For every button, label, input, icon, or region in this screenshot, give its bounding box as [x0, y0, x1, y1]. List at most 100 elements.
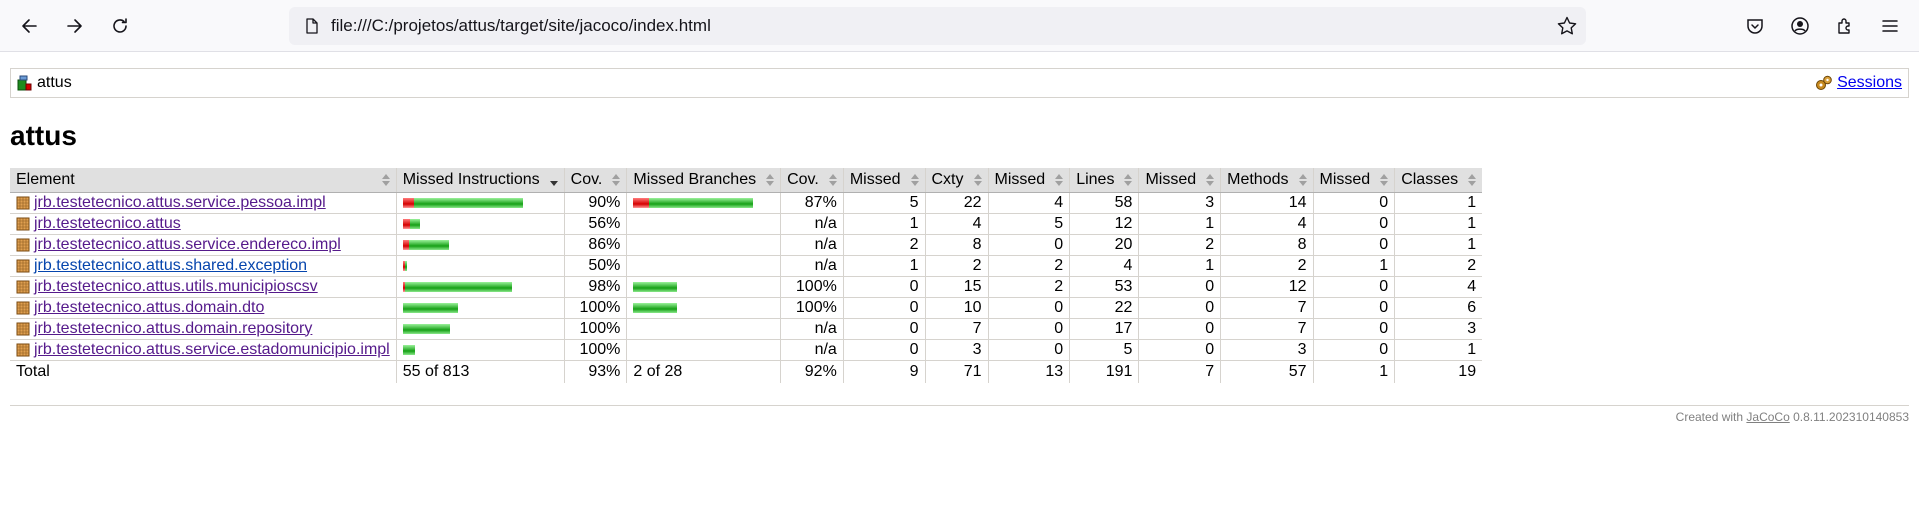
header-cxty[interactable]: Cxty — [925, 168, 989, 193]
instructions-bar — [402, 302, 558, 313]
package-cell: jrb.testetecnico.attus.shared.exception — [10, 255, 397, 277]
package-link[interactable]: jrb.testetecnico.attus.service.estadomun… — [34, 341, 390, 359]
covered-bar-segment — [409, 218, 420, 229]
package-link[interactable]: jrb.testetecnico.attus.shared.exception — [34, 257, 307, 275]
package-icon — [16, 301, 30, 314]
header-classes[interactable]: Classes — [1394, 168, 1483, 193]
url-text[interactable]: file:///C:/projetos/attus/target/site/ja… — [331, 16, 711, 36]
header-classes-missed[interactable]: Missed — [1313, 168, 1396, 193]
sessions-area: Sessions — [1815, 74, 1902, 92]
methods-missed: 1 — [1138, 213, 1222, 235]
header-lines[interactable]: Lines — [1069, 168, 1140, 193]
package-link[interactable]: jrb.testetecnico.attus.domain.dto — [34, 299, 264, 317]
footer: Created with JaCoCo 0.8.11.202310140853 — [10, 406, 1909, 424]
cxty: 7 — [925, 318, 989, 340]
total-classes-missed: 1 — [1313, 360, 1396, 383]
sort-icon — [828, 174, 837, 186]
missed-branches-cell — [626, 339, 782, 361]
covered-bar-segment — [408, 239, 449, 250]
header-lines-missed[interactable]: Missed — [988, 168, 1071, 193]
package-icon — [16, 238, 30, 251]
missed-instructions-cell — [396, 339, 565, 361]
package-link[interactable]: jrb.testetecnico.attus.utils.municipiosc… — [34, 278, 318, 296]
cxty: 15 — [925, 276, 989, 298]
classes: 1 — [1394, 192, 1483, 214]
methods-missed: 2 — [1138, 234, 1222, 256]
sort-icon — [381, 174, 390, 186]
instructions-cov: 50% — [564, 255, 628, 277]
total-lines-missed: 13 — [988, 360, 1071, 383]
table-header: Element Missed Instructions Cov. Missed Bra… — [10, 168, 1483, 193]
breadcrumb: attus Sessions — [10, 68, 1909, 98]
branches-cov: 100% — [780, 297, 844, 319]
header-methods[interactable]: Methods — [1220, 168, 1314, 193]
header-label: Missed — [994, 170, 1046, 188]
branches-bar — [633, 345, 774, 355]
lines: 53 — [1069, 276, 1140, 298]
table-body: jrb.testetecnico.attus.service.pessoa.im… — [10, 192, 1483, 361]
header-element[interactable]: Element — [10, 168, 397, 193]
package-link[interactable]: jrb.testetecnico.attus.domain.repository — [34, 320, 312, 338]
reload-icon — [113, 18, 127, 33]
breadcrumb-report-label: attus — [37, 74, 72, 91]
methods: 3 — [1220, 339, 1314, 361]
table-row: jrb.testetecnico.attus.domain.repository… — [10, 318, 1483, 340]
total-classes: 19 — [1458, 362, 1477, 380]
classes: 2 — [1394, 255, 1483, 277]
package-icon — [16, 343, 30, 356]
url-bar[interactable]: file:///C:/projetos/attus/target/site/ja… — [289, 7, 1586, 45]
package-cell: jrb.testetecnico.attus — [10, 213, 397, 235]
missed-branches-cell — [626, 318, 782, 340]
pocket-button[interactable] — [1741, 12, 1769, 40]
breadcrumb-report: attus — [17, 74, 72, 92]
header-instructions-cov[interactable]: Cov. — [564, 168, 628, 193]
header-label: Missed — [849, 170, 901, 188]
account-button[interactable] — [1786, 12, 1814, 40]
instructions-bar — [402, 260, 558, 271]
classes-missed: 0 — [1313, 339, 1396, 361]
package-link[interactable]: jrb.testetecnico.attus.service.endereco.… — [34, 236, 341, 254]
footer-version: 0.8.11.202310140853 — [1793, 409, 1909, 424]
header-missed-branches[interactable]: Missed Branches — [626, 168, 782, 193]
missed-bar-segment — [402, 197, 414, 208]
header-branches-cov[interactable]: Cov. — [780, 168, 844, 193]
back-button[interactable] — [14, 10, 46, 42]
package-link[interactable]: jrb.testetecnico.attus.service.pessoa.im… — [34, 194, 326, 212]
cxty-missed: 0 — [843, 297, 926, 319]
forward-button[interactable] — [58, 10, 90, 42]
puzzle-icon — [1838, 18, 1850, 34]
total-lines: 191 — [1069, 360, 1140, 383]
covered-bar-segment — [413, 197, 523, 208]
total-methods: 57 — [1220, 360, 1314, 383]
cxty-missed: 0 — [843, 276, 926, 298]
classes: 3 — [1394, 318, 1483, 340]
missed-branches-cell — [626, 213, 782, 235]
header-methods-missed[interactable]: Missed — [1138, 168, 1222, 193]
total-cxty-missed: 9 — [843, 360, 926, 383]
missed-instructions-cell — [396, 276, 565, 298]
package-cell: jrb.testetecnico.attus.domain.repository — [10, 318, 397, 340]
covered-bar-segment — [649, 197, 754, 208]
lines-missed: 2 — [988, 255, 1071, 277]
reload-button[interactable] — [104, 10, 136, 42]
covered-bar-segment — [402, 323, 450, 334]
lines: 12 — [1069, 213, 1140, 235]
header-label: Cxty — [931, 170, 964, 188]
sessions-link[interactable]: Sessions — [1837, 74, 1902, 92]
table-row: jrb.testetecnico.attus.domain.dto 100% 100… — [10, 297, 1483, 319]
methods: 4 — [1220, 213, 1314, 235]
extensions-button[interactable] — [1831, 12, 1859, 40]
header-missed-instructions[interactable]: Missed Instructions — [396, 168, 565, 193]
package-link[interactable]: jrb.testetecnico.attus — [34, 215, 181, 233]
menu-button[interactable] — [1876, 12, 1904, 40]
table-footer: Total 55 of 813 93% 2 of 28 92% 9 71 13 … — [10, 360, 1482, 383]
bookmark-star-icon[interactable] — [1556, 15, 1578, 37]
footer-prefix: Created with — [1675, 409, 1744, 424]
header-label: Missed Instructions — [402, 170, 540, 188]
total-instructions-cov: 93% — [564, 360, 628, 383]
instructions-bar — [402, 239, 558, 250]
methods: 14 — [1220, 192, 1314, 214]
header-cxty-missed[interactable]: Missed — [843, 168, 926, 193]
header-label: Methods — [1227, 170, 1289, 188]
jacoco-link[interactable]: JaCoCo — [1746, 410, 1789, 424]
